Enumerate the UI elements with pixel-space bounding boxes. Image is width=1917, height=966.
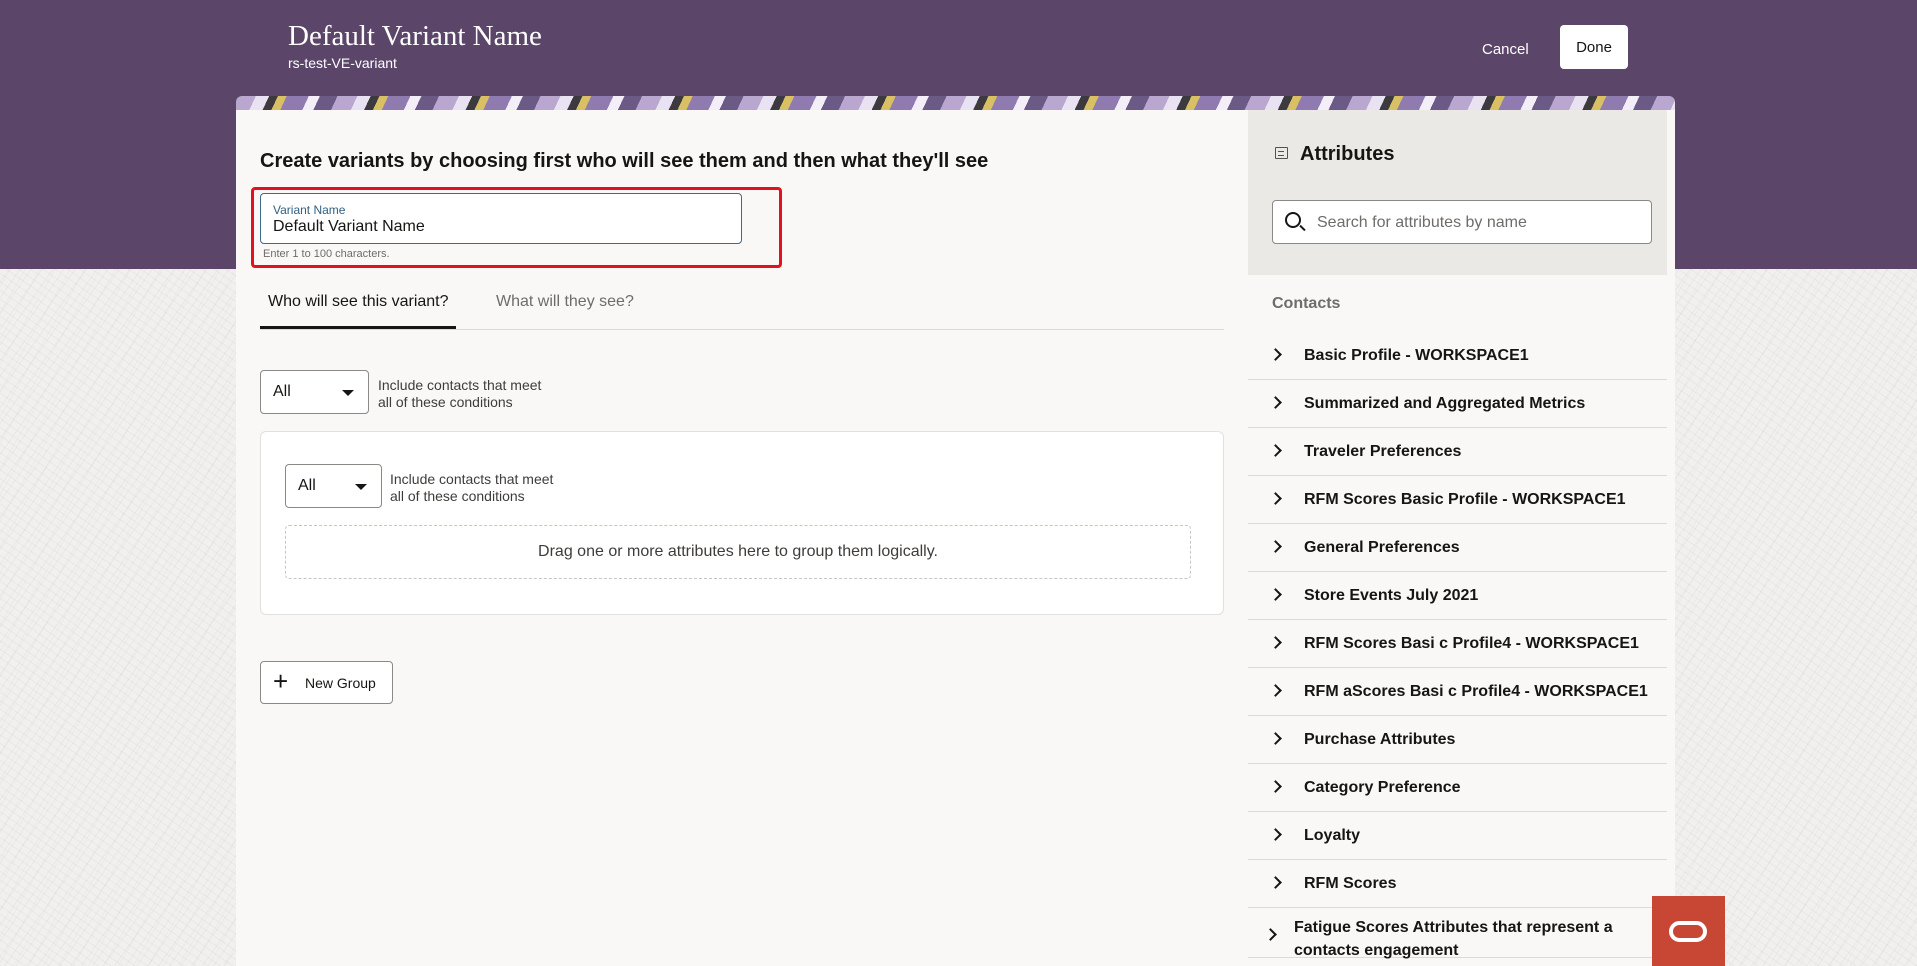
attribute-item[interactable]: General Preferences [1248,524,1667,572]
chevron-right-icon [1269,828,1282,841]
outer-match-value: All [273,383,291,400]
attributes-panel-icon [1275,147,1288,159]
new-group-button[interactable]: + New Group [260,661,393,704]
attribute-item[interactable]: Basic Profile - WORKSPACE1 [1248,332,1667,380]
done-button[interactable]: Done [1560,25,1628,69]
tab-who-will-see[interactable]: Who will see this variant? [268,293,449,311]
chevron-right-icon [1269,540,1282,553]
oracle-logo-icon[interactable] [1652,896,1725,966]
chevron-right-icon [1269,876,1282,889]
variant-name-field[interactable]: Variant Name [260,193,742,244]
attribute-item[interactable]: RFM aScores Basi c Profile4 - WORKSPACE1 [1248,668,1667,716]
main-heading: Create variants by choosing first who wi… [260,150,989,172]
group-match-value: All [298,477,316,494]
variant-name-label: Variant Name [273,203,346,217]
search-icon [1285,212,1301,228]
chevron-right-icon [1269,588,1282,601]
page-subtitle: rs-test-VE-variant [288,55,397,71]
chevron-right-icon [1269,396,1282,409]
caret-down-icon [342,390,354,396]
attributes-search-input[interactable] [1317,213,1637,233]
attribute-item[interactable]: Summarized and Aggregated Metrics [1248,380,1667,428]
attribute-item[interactable]: Traveler Preferences [1248,428,1667,476]
chevron-right-icon [1269,444,1282,457]
chevron-right-icon [1269,492,1282,505]
chevron-right-icon [1269,636,1282,649]
attributes-panel-header [1248,110,1667,275]
attribute-item[interactable]: Loyalty [1248,812,1667,860]
variant-name-input[interactable] [273,217,723,237]
chevron-right-icon [1269,348,1282,361]
attribute-item[interactable]: Category Preference [1248,764,1667,812]
cancel-button[interactable]: Cancel [1472,34,1539,64]
attribute-item[interactable]: Purchase Attributes [1248,716,1667,764]
attributes-search-field[interactable] [1272,200,1652,244]
chevron-right-icon [1269,684,1282,697]
chevron-right-icon [1264,928,1277,941]
decorative-banner [236,96,1675,110]
attribute-item[interactable]: RFM Scores Basic Profile - WORKSPACE1 [1248,476,1667,524]
contacts-section-label: Contacts [1272,295,1341,312]
outer-match-select[interactable]: All [260,370,369,414]
group-match-select[interactable]: All [285,464,382,508]
chevron-right-icon [1269,732,1282,745]
tabs-divider [260,329,1224,330]
attribute-drop-zone[interactable]: Drag one or more attributes here to grou… [285,525,1191,579]
caret-down-icon [355,484,367,490]
plus-icon: + [273,666,289,696]
outer-condition-text: Include contacts that meet all of these … [378,377,542,410]
new-group-label: New Group [305,675,376,691]
attribute-item[interactable]: Fatigue Scores Attributes that represent… [1248,908,1667,959]
group-condition-text: Include contacts that meet all of these … [390,471,554,504]
attributes-title: Attributes [1300,143,1395,165]
chevron-right-icon [1269,780,1282,793]
attribute-item[interactable]: Store Events July 2021 [1248,572,1667,620]
tab-what-will-they-see[interactable]: What will they see? [496,293,634,311]
condition-group [260,431,1224,615]
attribute-item[interactable]: RFM Scores Basi c Profile4 - WORKSPACE1 [1248,620,1667,668]
attribute-list: Basic Profile - WORKSPACE1 Summarized an… [1248,332,1667,959]
attribute-item[interactable]: RFM Scores [1248,860,1667,908]
page-title: Default Variant Name [288,20,542,52]
variant-name-hint: Enter 1 to 100 characters. [263,248,390,260]
